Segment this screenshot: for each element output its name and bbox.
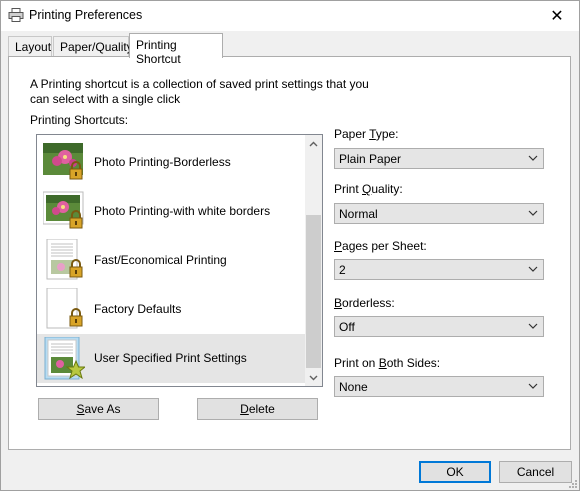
print-both-sides-select[interactable]: None [334, 376, 544, 397]
scroll-thumb[interactable] [306, 215, 321, 368]
cancel-label: Cancel [516, 465, 555, 479]
list-item-photo-white-borders[interactable]: Photo Printing-with white borders [37, 187, 305, 236]
chevron-down-icon [528, 210, 538, 216]
list-item-photo-borderless[interactable]: Photo Printing-Borderless [37, 138, 305, 187]
printing-shortcuts-label: Printing Shortcuts: [30, 113, 129, 127]
paper-type-value: Plain Paper [339, 152, 402, 166]
tab-paper-quality[interactable]: Paper/Quality [53, 36, 133, 57]
resize-grip-icon[interactable] [567, 478, 577, 488]
economical-page-icon [46, 239, 83, 280]
list-item-label: Fast/Economical Printing [94, 253, 227, 267]
photo-white-borders-icon [43, 191, 84, 229]
user-page-icon [44, 337, 85, 380]
chevron-down-icon [528, 266, 538, 272]
close-icon: ✕ [550, 7, 564, 25]
delete-accel: D [240, 402, 249, 416]
cancel-button[interactable]: Cancel [499, 461, 572, 483]
scroll-down-button[interactable] [305, 369, 322, 386]
paper-type-select[interactable]: Plain Paper [334, 148, 544, 169]
list-scrollbar[interactable] [305, 135, 322, 386]
tab-printing-shortcut[interactable]: Printing Shortcut [129, 33, 223, 66]
printer-icon [8, 8, 24, 22]
tab-label: Layout [15, 40, 52, 54]
borderless-label: Borderless: [334, 296, 395, 310]
ok-label: OK [446, 465, 464, 479]
save-as-accel: S [76, 402, 85, 416]
photo-borderless-icon [43, 143, 83, 180]
delete-label: elete [248, 402, 275, 416]
tab-label: Printing Shortcut [136, 38, 181, 66]
chevron-down-icon [309, 375, 318, 380]
window-title: Printing Preferences [29, 8, 143, 22]
pages-per-sheet-select[interactable]: 2 [334, 259, 544, 280]
chevron-down-icon [528, 323, 538, 329]
tab-label: Paper/Quality [60, 40, 133, 54]
print-quality-value: Normal [339, 207, 378, 221]
pages-per-sheet-value: 2 [339, 263, 346, 277]
tab-layout[interactable]: Layout [8, 36, 52, 57]
print-both-sides-value: None [339, 380, 368, 394]
scroll-up-button[interactable] [305, 135, 322, 152]
blank-page-icon [46, 288, 83, 329]
print-quality-label: Print Quality: [334, 182, 403, 196]
shortcuts-listbox[interactable]: Photo Printing-Borderless Photo Printing… [36, 134, 323, 387]
list-item-factory-defaults[interactable]: Factory Defaults [37, 285, 305, 334]
ok-button[interactable]: OK [419, 461, 491, 483]
list-item-label: Photo Printing-with white borders [94, 204, 271, 218]
print-quality-select[interactable]: Normal [334, 203, 544, 224]
chevron-down-icon [528, 155, 538, 161]
list-item-user-specified[interactable]: User Specified Print Settings [37, 334, 305, 383]
borderless-select[interactable]: Off [334, 316, 544, 337]
pages-per-sheet-label: Pages per Sheet: [334, 239, 427, 253]
tab-strip: Layout Paper/Quality Printing Shortcut [1, 31, 579, 66]
list-item-label: Factory Defaults [94, 302, 182, 316]
printing-shortcut-panel: A Printing shortcut is a collection of s… [8, 56, 571, 450]
close-button[interactable]: ✕ [535, 1, 579, 30]
save-as-button[interactable]: Save As [38, 398, 159, 420]
printing-preferences-window: Printing Preferences ✕ Layout Paper/Qual… [0, 0, 580, 491]
title-bar[interactable]: Printing Preferences ✕ [1, 1, 579, 31]
shortcut-description: A Printing shortcut is a collection of s… [30, 77, 369, 106]
list-item-fast-economical[interactable]: Fast/Economical Printing [37, 236, 305, 285]
print-both-sides-label: Print on Both Sides: [334, 356, 441, 370]
paper-type-label: Paper Type: [334, 127, 399, 141]
borderless-value: Off [339, 320, 355, 334]
delete-button[interactable]: Delete [197, 398, 318, 420]
list-item-label: Photo Printing-Borderless [94, 155, 231, 169]
save-as-label: ave As [84, 402, 121, 416]
chevron-up-icon [309, 141, 318, 146]
chevron-down-icon [528, 383, 538, 389]
list-item-label: User Specified Print Settings [94, 351, 247, 365]
